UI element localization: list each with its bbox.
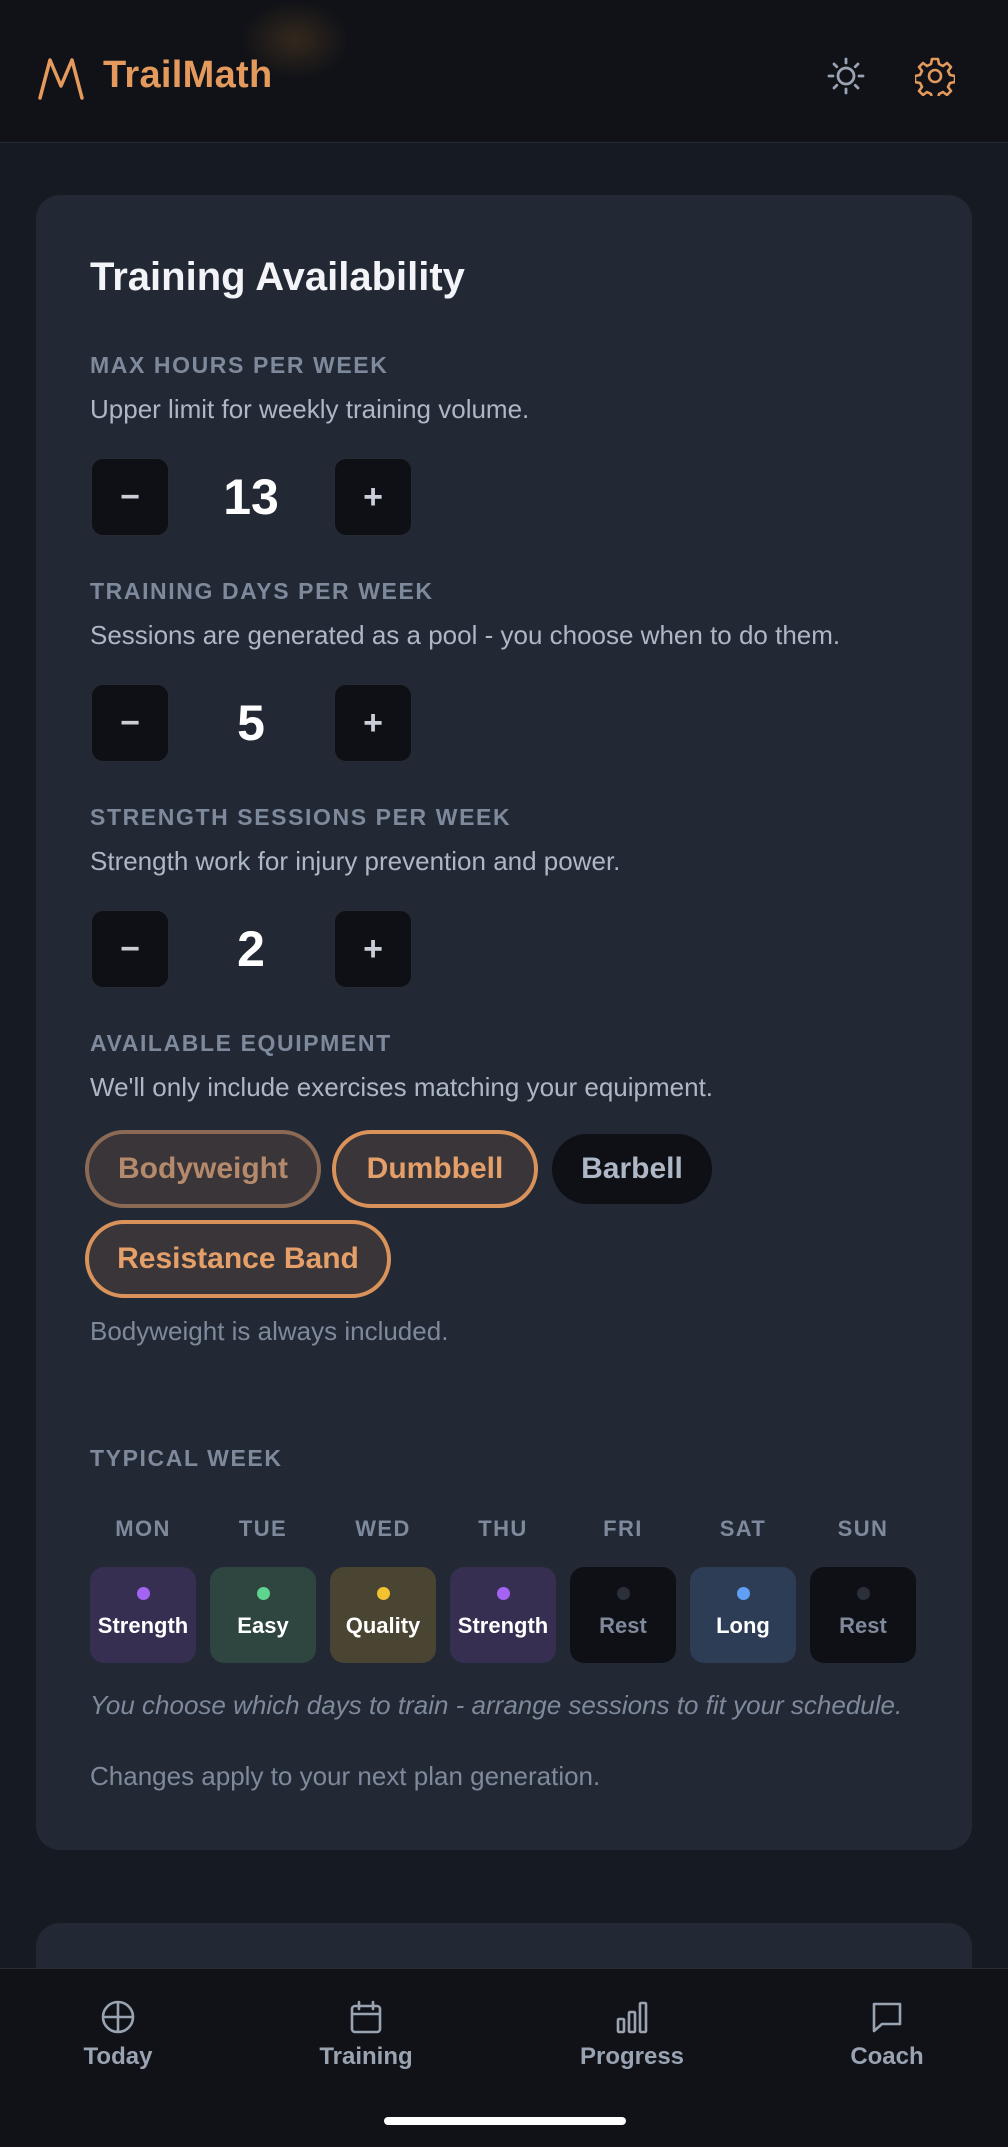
footer-note: Changes apply to your next plan generati… [90,1761,601,1791]
calendar-icon [350,2000,382,2034]
strength-sessions-increment-button[interactable]: + [334,910,412,988]
day-session-label: Rest [839,1613,887,1638]
day-label-thu: THU [478,1516,528,1541]
day-session-label: Strength [457,1613,549,1638]
app-header: TrailMath [0,0,1008,143]
gear-icon[interactable] [915,56,955,96]
equipment-chip-dumbbell[interactable]: Dumbbell [332,1130,538,1208]
session-dot-icon [737,1587,750,1600]
strength-sessions-label: STRENGTH SESSIONS PER WEEK [90,804,512,830]
day-session-mon: Strength [90,1567,196,1663]
day-session-thu: Strength [450,1567,556,1663]
typical-week-note: You choose which days to train - arrange… [90,1690,903,1720]
bar-chart-icon [616,2001,648,2034]
typical-week-label: TYPICAL WEEK [90,1445,283,1471]
nav-item-training[interactable]: Training [306,1999,426,2071]
day-session-label: Quality [345,1613,421,1638]
day-session-tue: Easy [210,1567,316,1663]
strength-sessions-description: Strength work for injury prevention and … [90,846,621,876]
nav-label-coach: Coach [850,2043,924,2070]
crosshair-icon [101,2000,135,2034]
equipment-chip-resistance-band[interactable]: Resistance Band [85,1220,391,1298]
session-dot-icon [497,1587,510,1600]
day-session-wed: Quality [330,1567,436,1663]
nav-item-progress[interactable]: Progress [572,1999,692,2071]
training-availability-card: Training Availability MAX HOURS PER WEEK… [36,195,972,1850]
strength-sessions-value: 2 [237,921,265,977]
day-label-wed: WED [355,1516,411,1541]
nav-label-training: Training [319,2043,413,2070]
day-label-sun: SUN [837,1516,889,1541]
home-indicator [384,2117,626,2125]
sun-icon[interactable] [826,56,866,96]
brand-name: TrailMath [103,54,273,96]
training-days-increment-button[interactable]: + [334,684,412,762]
day-label-mon: MON [115,1516,171,1541]
equipment-label: AVAILABLE EQUIPMENT [90,1030,392,1056]
equipment-description: We'll only include exercises matching yo… [90,1072,714,1102]
equipment-chip-bodyweight[interactable]: Bodyweight [85,1130,321,1208]
day-session-label: Long [716,1613,770,1638]
equipment-note: Bodyweight is always included. [90,1316,449,1346]
training-days-decrement-button[interactable]: − [91,684,169,762]
max-hours-increment-button[interactable]: + [334,458,412,536]
day-label-sat: SAT [719,1516,767,1541]
session-dot-icon [617,1587,630,1600]
day-session-sun: Rest [810,1567,916,1663]
nav-label-today: Today [83,2043,153,2070]
session-dot-icon [857,1587,870,1600]
max-hours-description: Upper limit for weekly training volume. [90,394,530,424]
nav-item-today[interactable]: Today [64,1999,172,2071]
equipment-chip-barbell[interactable]: Barbell [552,1134,712,1204]
day-session-fri: Rest [570,1567,676,1663]
max-hours-label: MAX HOURS PER WEEK [90,352,389,378]
day-session-label: Strength [97,1613,189,1638]
training-days-label: TRAINING DAYS PER WEEK [90,578,434,604]
nav-item-coach[interactable]: Coach [836,1999,938,2071]
training-days-description: Sessions are generated as a pool - you c… [90,620,841,650]
day-session-label: Easy [237,1613,289,1638]
strength-sessions-decrement-button[interactable]: − [91,910,169,988]
session-dot-icon [257,1587,270,1600]
day-label-tue: TUE [238,1516,288,1541]
day-label-fri: FRI [603,1516,643,1541]
max-hours-decrement-button[interactable]: − [91,458,169,536]
mountain-logo-icon [38,58,84,100]
day-session-label: Rest [599,1613,647,1638]
training-days-value: 5 [237,695,265,751]
chat-bubble-icon [872,2002,902,2033]
day-session-sat: Long [690,1567,796,1663]
nav-label-progress: Progress [579,2043,685,2070]
max-hours-value: 13 [223,469,279,525]
session-dot-icon [377,1587,390,1600]
session-dot-icon [137,1587,150,1600]
card-title: Training Availability [90,255,465,299]
